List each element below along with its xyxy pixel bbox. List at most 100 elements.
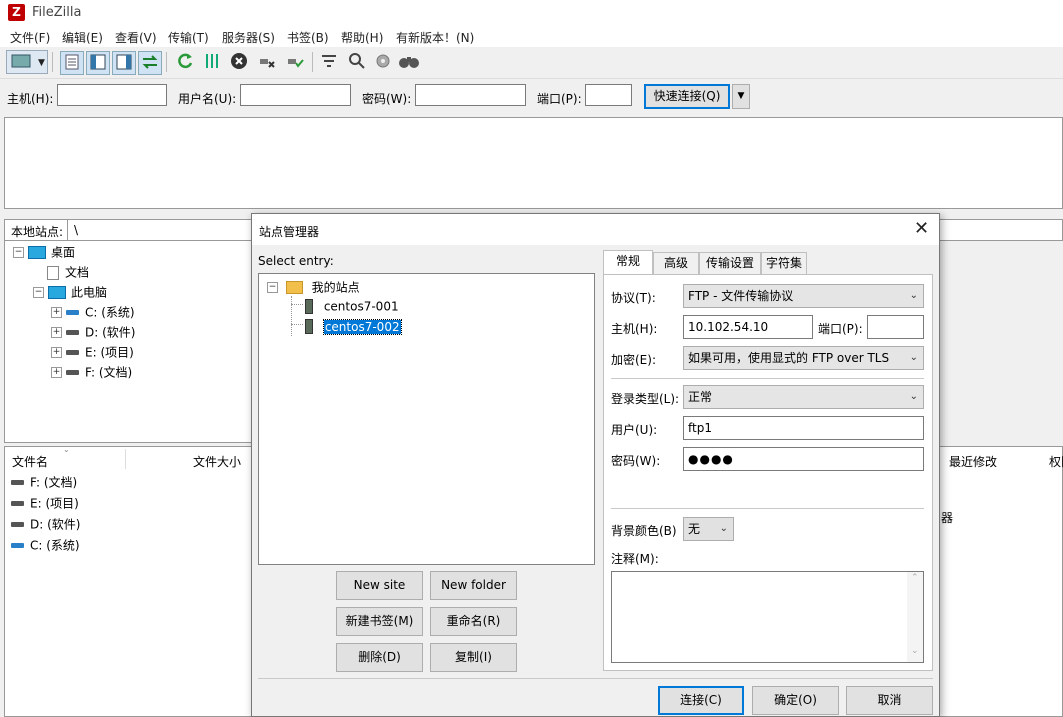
column-header-filesize[interactable]: 文件大小 xyxy=(193,453,241,470)
process-queue-icon[interactable] xyxy=(201,51,223,73)
tree-item-drive-e[interactable]: + E: (项目) xyxy=(51,343,134,361)
disconnect-icon[interactable] xyxy=(256,51,278,73)
local-site-label: 本地站点: xyxy=(11,225,64,239)
expand-icon[interactable]: + xyxy=(51,327,62,338)
comments-textarea[interactable]: ⌃ ⌄ xyxy=(611,571,924,663)
file-row[interactable]: E: (项目) xyxy=(11,494,79,512)
qc-host-input[interactable] xyxy=(57,84,167,106)
collapse-icon[interactable]: − xyxy=(13,247,24,258)
password-label: 密码(W): xyxy=(611,454,661,468)
server-icon xyxy=(305,299,313,314)
column-header-permissions[interactable]: 权限 xyxy=(1049,453,1063,470)
tree-item-documents[interactable]: 文档 xyxy=(47,263,89,281)
tab-general[interactable]: 常规 xyxy=(603,250,653,275)
new-folder-button[interactable]: New folder xyxy=(430,571,517,600)
qc-pass-input[interactable] xyxy=(415,84,526,106)
bg-color-select[interactable]: 无 ⌄ xyxy=(683,517,734,541)
message-log[interactable] xyxy=(4,117,1063,209)
refresh-icon[interactable] xyxy=(174,51,196,73)
site-entry-centos7-002[interactable]: centos7-002 xyxy=(305,317,402,335)
close-icon[interactable]: ✕ xyxy=(914,218,929,239)
drive-icon xyxy=(66,350,79,355)
tab-advanced[interactable]: 高级 xyxy=(653,252,699,274)
compare-directories-icon[interactable] xyxy=(346,51,368,73)
encryption-select[interactable]: 如果可用，使用显式的 FTP over TLS ⌄ xyxy=(683,346,924,370)
expand-icon[interactable]: + xyxy=(51,367,62,378)
connect-button[interactable]: 连接(C) xyxy=(658,686,744,715)
drive-icon xyxy=(11,501,24,506)
tree-item-this-pc[interactable]: − 此电脑 xyxy=(33,283,107,301)
column-header-modified[interactable]: 最近修改 xyxy=(949,453,997,470)
qc-port-input[interactable] xyxy=(585,84,632,106)
duplicate-button[interactable]: 复制(I) xyxy=(430,643,517,672)
ok-button[interactable]: 确定(O) xyxy=(752,686,839,715)
rename-button[interactable]: 重命名(R) xyxy=(430,607,517,636)
column-header-filename[interactable]: 文件名 xyxy=(12,453,48,470)
expand-icon[interactable]: + xyxy=(51,347,62,358)
scroll-down-icon[interactable]: ⌄ xyxy=(911,646,919,656)
drive-icon xyxy=(11,543,24,548)
protocol-select[interactable]: FTP - 文件传输协议 ⌄ xyxy=(683,284,924,308)
cancel-button[interactable]: 取消 xyxy=(846,686,933,715)
search-remote-icon[interactable] xyxy=(398,51,420,73)
menu-server[interactable]: 服务器(S) xyxy=(222,29,275,46)
qc-port-label: 端口(P): xyxy=(537,92,582,106)
sync-browsing-icon[interactable] xyxy=(372,51,394,73)
menu-file[interactable]: 文件(F) xyxy=(10,29,50,46)
file-row[interactable]: D: (软件) xyxy=(11,515,80,533)
expand-icon[interactable]: + xyxy=(51,307,62,318)
title-bar: Z FileZilla xyxy=(0,0,1063,26)
directory-filter-icon[interactable] xyxy=(318,51,340,73)
qc-user-input[interactable] xyxy=(240,84,351,106)
menu-view[interactable]: 查看(V) xyxy=(115,29,157,46)
drive-icon xyxy=(66,310,79,315)
quickconnect-dropdown-icon[interactable]: ▼ xyxy=(732,84,750,109)
toggle-queue-icon[interactable] xyxy=(138,51,162,75)
menu-new-version[interactable]: 有新版本！(N) xyxy=(396,29,474,46)
menu-bar: 文件(F) 编辑(E) 查看(V) 传输(T) 服务器(S) 书签(B) 帮助(… xyxy=(0,26,1063,47)
divider xyxy=(611,378,924,379)
comments-label: 注释(M): xyxy=(611,552,659,566)
menu-help[interactable]: 帮助(H) xyxy=(341,29,383,46)
file-row[interactable]: C: (系统) xyxy=(11,536,80,554)
cancel-operation-icon[interactable] xyxy=(228,51,250,73)
dialog-title: 站点管理器 xyxy=(259,225,320,239)
toggle-log-icon[interactable] xyxy=(60,51,84,75)
site-manager-icon[interactable]: ▼ xyxy=(6,50,48,74)
logon-type-select[interactable]: 正常 ⌄ xyxy=(683,385,924,409)
tab-transfer-settings[interactable]: 传输设置 xyxy=(699,252,761,274)
chevron-down-icon: ⌄ xyxy=(909,352,918,363)
tree-folder-my-sites[interactable]: − 我的站点 xyxy=(267,278,360,296)
quickconnect-button[interactable]: 快速连接(Q) xyxy=(644,84,730,109)
site-tree: − 我的站点 centos7-001 centos7-002 xyxy=(258,273,595,565)
menu-edit[interactable]: 编辑(E) xyxy=(62,29,103,46)
divider xyxy=(611,508,924,509)
collapse-icon[interactable]: − xyxy=(33,287,44,298)
menu-bookmarks[interactable]: 书签(B) xyxy=(287,29,329,46)
delete-button[interactable]: 删除(D) xyxy=(336,643,423,672)
tree-item-drive-c[interactable]: + C: (系统) xyxy=(51,303,135,321)
new-bookmark-button[interactable]: 新建书签(M) xyxy=(336,607,423,636)
file-row[interactable]: F: (文档) xyxy=(11,473,77,491)
reconnect-icon[interactable] xyxy=(284,51,306,73)
scroll-up-icon[interactable]: ⌃ xyxy=(911,573,919,583)
qc-host-label: 主机(H): xyxy=(7,92,54,106)
tree-item-drive-d[interactable]: + D: (软件) xyxy=(51,323,135,341)
collapse-icon[interactable]: − xyxy=(267,282,278,293)
password-input[interactable]: ●●●● xyxy=(683,447,924,471)
tree-item-desktop[interactable]: − 桌面 xyxy=(13,243,75,261)
new-site-button[interactable]: New site xyxy=(336,571,423,600)
drive-icon xyxy=(66,330,79,335)
toggle-local-tree-icon[interactable] xyxy=(86,51,110,75)
toggle-remote-tree-icon[interactable] xyxy=(112,51,136,75)
user-input[interactable]: ftp1 xyxy=(683,416,924,440)
comments-scrollbar[interactable]: ⌃ ⌄ xyxy=(907,572,923,662)
host-input[interactable]: 10.102.54.10 xyxy=(683,315,813,339)
tree-item-drive-f[interactable]: + F: (文档) xyxy=(51,363,132,381)
menu-transfer[interactable]: 传输(T) xyxy=(168,29,209,46)
site-entry-centos7-001[interactable]: centos7-001 xyxy=(305,297,399,315)
tab-charset[interactable]: 字符集 xyxy=(761,252,807,274)
drive-icon xyxy=(66,370,79,375)
port-input[interactable] xyxy=(867,315,924,339)
quickconnect-bar: 主机(H): 用户名(U): 密码(W): 端口(P): 快速连接(Q) ▼ xyxy=(0,78,1063,115)
